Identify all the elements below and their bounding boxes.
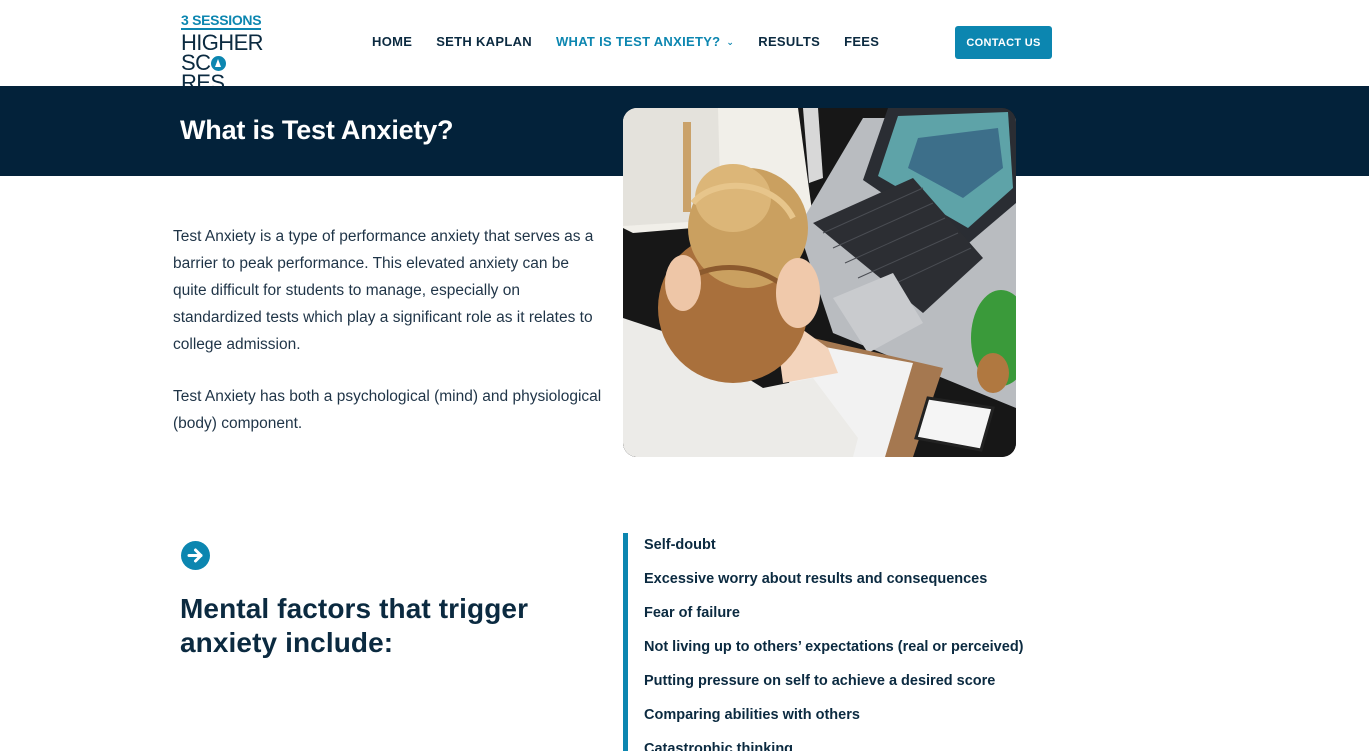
intro-paragraph-1: Test Anxiety is a type of performance an…: [173, 228, 594, 353]
list-item: Fear of failure: [644, 605, 740, 621]
stressed-student-photo: [623, 108, 1016, 457]
logo-arrow-icon: [211, 56, 227, 71]
list-item: Not living up to others’ expectations (r…: [644, 639, 1024, 655]
nav-home[interactable]: HOME: [372, 34, 412, 49]
nav-results[interactable]: RESULTS: [758, 34, 820, 49]
arrow-right-circle-icon: [181, 541, 210, 570]
site-header: 3 SESSIONS HIGHER SCRES HOME SETH KAPLAN…: [0, 0, 1369, 94]
list-item: Comparing abilities with others: [644, 707, 860, 723]
list-item: Self-doubt: [644, 537, 716, 553]
list-item: Excessive worry about results and conseq…: [644, 571, 988, 587]
list-item: Putting pressure on self to achieve a de…: [644, 673, 996, 689]
mental-factors-heading: Mental factors that trigger anxiety incl…: [180, 593, 529, 658]
nav-seth-kaplan[interactable]: SETH KAPLAN: [436, 34, 532, 49]
logo-line-sessions: 3 SESSIONS: [181, 12, 262, 30]
list-item: Catastrophic thinking: [644, 741, 794, 751]
chevron-down-icon: ⌄: [726, 37, 735, 47]
mental-factors-list: Self-doubt Excessive worry about results…: [623, 533, 1053, 751]
contact-us-button[interactable]: CONTACT US: [955, 26, 1052, 59]
nav-what-is-test-anxiety[interactable]: WHAT IS TEST ANXIETY? ⌄: [556, 34, 734, 49]
page-title: What is Test Anxiety?: [180, 115, 454, 145]
nav-fees[interactable]: FEES: [844, 34, 879, 49]
intro-text: Test Anxiety is a type of performance an…: [173, 223, 603, 437]
main-nav: HOME SETH KAPLAN WHAT IS TEST ANXIETY? ⌄ …: [372, 34, 903, 49]
logo[interactable]: 3 SESSIONS HIGHER SCRES: [181, 12, 265, 94]
intro-paragraph-2: Test Anxiety has both a psychological (m…: [173, 388, 602, 432]
